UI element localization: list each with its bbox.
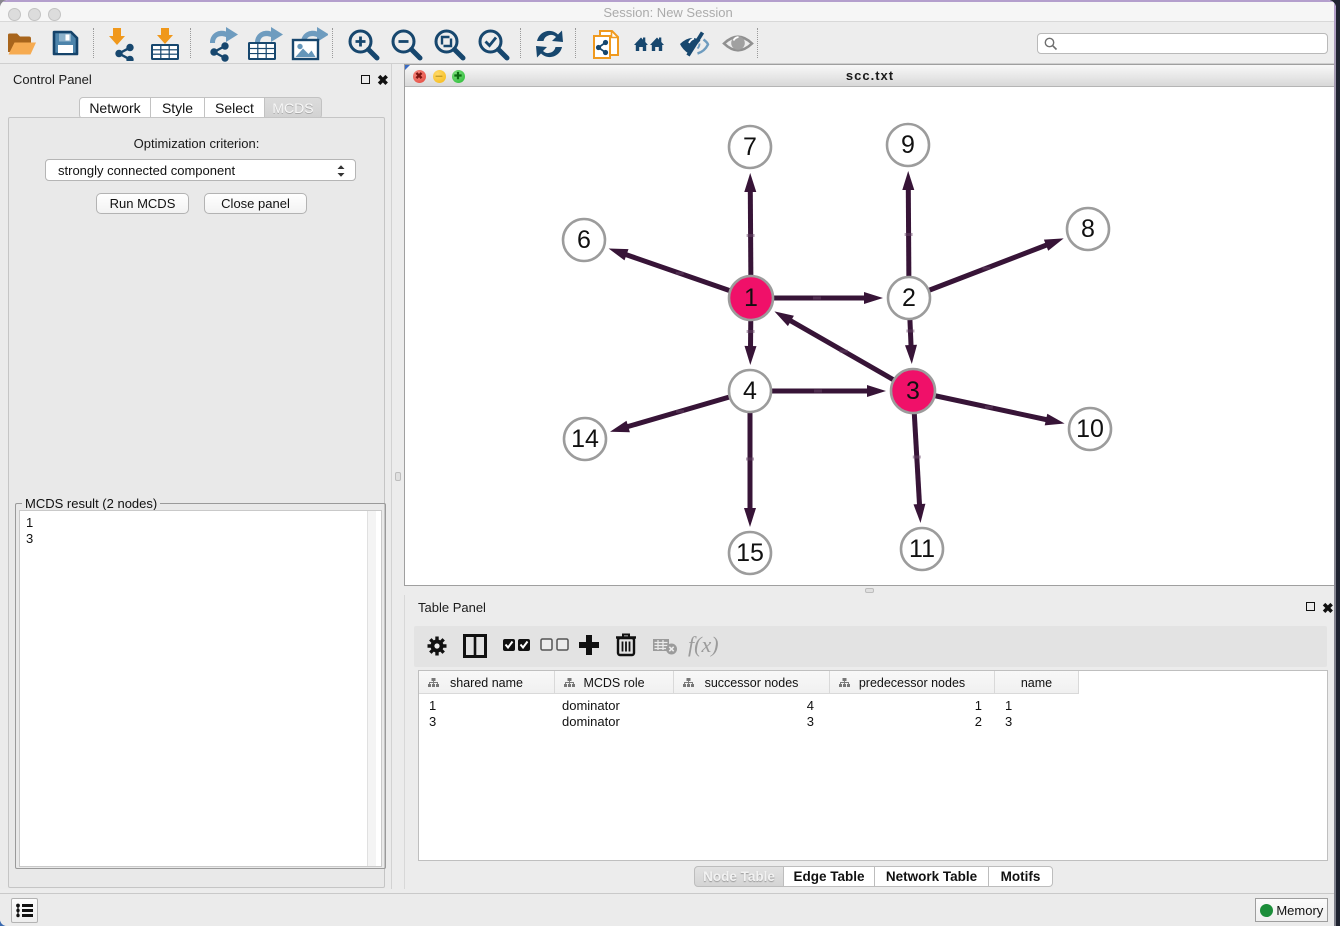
svg-text:9: 9	[901, 131, 915, 159]
svg-text:3: 3	[906, 377, 920, 405]
svg-text:7: 7	[743, 133, 757, 161]
svg-text:11: 11	[909, 535, 935, 563]
svg-text:15: 15	[736, 539, 764, 567]
svg-text:8: 8	[1081, 215, 1095, 243]
svg-text:2: 2	[902, 284, 916, 312]
svg-text:10: 10	[1076, 415, 1104, 443]
svg-text:6: 6	[577, 226, 591, 254]
svg-text:14: 14	[571, 425, 599, 453]
svg-text:4: 4	[743, 377, 757, 405]
svg-text:1: 1	[744, 284, 758, 312]
